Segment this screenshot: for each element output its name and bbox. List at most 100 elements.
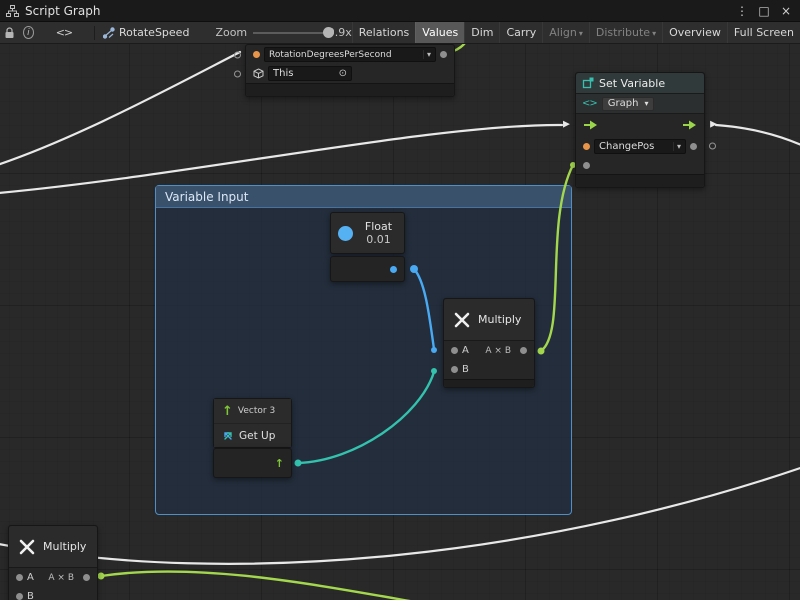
toolbar-button-overview[interactable]: Overview — [662, 22, 727, 44]
wire-flow-to-set-variable[interactable] — [0, 125, 562, 194]
window-menu-icon[interactable]: ⋮ — [734, 4, 750, 18]
wire-flow-from-set-variable[interactable] — [716, 125, 800, 150]
input-a-row: A A × B — [9, 568, 97, 587]
variable-kind-row: <> Graph ▾ — [576, 94, 704, 114]
button-label: Align — [549, 26, 577, 39]
window-close-icon[interactable]: × — [778, 4, 794, 18]
value-input-row — [576, 156, 704, 174]
zoom-slider[interactable] — [253, 22, 323, 44]
input-port[interactable] — [234, 70, 241, 77]
node-header[interactable]: Multiply — [444, 299, 534, 341]
value-input-port[interactable] — [583, 162, 590, 169]
variable-name-row: ChangePos ▾ — [576, 136, 704, 156]
lock-icon[interactable] — [4, 27, 15, 39]
window-titlebar: Script Graph ⋮ □ × — [0, 0, 800, 22]
variable-kind-icon: <> — [582, 98, 597, 109]
value-output-port[interactable] — [690, 143, 697, 150]
window-title: Script Graph — [25, 4, 100, 18]
float-output-row — [331, 257, 404, 281]
graph-canvas[interactable]: Variable Input RotationDegre — [0, 44, 800, 600]
chevron-down-icon: ▾ — [644, 99, 648, 108]
input-b-row: B — [444, 360, 534, 379]
toolbar-button-values[interactable]: Values — [415, 22, 464, 44]
float-output-strip[interactable] — [330, 256, 405, 282]
flow-in-triangle[interactable]: ▶ — [563, 121, 570, 130]
zoom-slider-handle[interactable] — [323, 27, 334, 38]
window-maximize-icon[interactable]: □ — [756, 4, 772, 18]
get-up-output-strip[interactable]: ↑ — [213, 448, 292, 478]
output-port[interactable] — [709, 143, 716, 150]
set-variable-icon — [582, 77, 594, 89]
node-footer — [444, 379, 534, 387]
toolbar-button-dim[interactable]: Dim — [464, 22, 499, 44]
chevron-down-icon: ▾ — [652, 29, 656, 38]
wire-multiply2-out[interactable] — [101, 571, 462, 600]
set-variable-node[interactable]: Set Variable <> Graph ▾ ▶ ▶ ChangePos ▾ — [575, 72, 705, 188]
toolbar-divider — [94, 26, 95, 40]
kind-dropdown[interactable]: Graph ▾ — [602, 97, 655, 111]
float-node[interactable]: Float 0.01 — [330, 212, 405, 254]
vector-output-row: ↑ — [214, 449, 291, 477]
graph-name-breadcrumb[interactable]: RotateSpeed — [119, 26, 190, 39]
node-header[interactable]: Multiply — [9, 526, 97, 568]
input-b-port[interactable] — [16, 593, 23, 600]
multiply-node-2[interactable]: Multiply A A × B B — [8, 525, 98, 600]
multiply-icon — [18, 538, 36, 556]
toolbar-button-carry[interactable]: Carry — [499, 22, 542, 44]
input-a-port[interactable] — [16, 574, 23, 581]
get-up-node[interactable]: ↑ Vector 3 Get Up — [213, 398, 292, 448]
input-b-port[interactable] — [451, 366, 458, 373]
graph-asset-icon — [103, 27, 115, 39]
button-label: Carry — [506, 26, 536, 39]
multiply-node[interactable]: Multiply A A × B B — [443, 298, 535, 388]
input-a-port[interactable] — [451, 347, 458, 354]
node-footer — [246, 83, 454, 96]
target-value: This — [273, 68, 293, 79]
kind-value: Graph — [608, 98, 639, 109]
flow-in-arrow-icon[interactable] — [583, 120, 598, 130]
chevron-down-icon: ▾ — [423, 50, 431, 59]
node-title: Get Up — [239, 430, 275, 442]
button-label: Full Screen — [734, 26, 794, 39]
get-variable-node[interactable]: RotationDegreesPerSecond ▾ This ⊙ — [245, 44, 455, 97]
vector-output-port-icon[interactable]: ↑ — [275, 458, 284, 469]
node-header[interactable]: Set Variable — [576, 73, 704, 94]
variable-name-dropdown[interactable]: RotationDegreesPerSecond ▾ — [264, 47, 436, 62]
variable-name-dropdown[interactable]: ChangePos ▾ — [594, 139, 686, 154]
target-object-field[interactable]: This ⊙ — [268, 66, 352, 81]
toolbar-button-align[interactable]: Align▾ — [542, 22, 589, 44]
code-icon[interactable]: <> — [56, 26, 72, 39]
input-b-label: B — [27, 591, 34, 600]
flow-out-triangle[interactable]: ▶ — [710, 121, 717, 130]
object-picker-icon[interactable]: ⊙ — [339, 68, 347, 79]
variable-name-value: RotationDegreesPerSecond — [269, 50, 420, 60]
name-port[interactable] — [253, 51, 260, 58]
float-output-port[interactable] — [390, 266, 397, 273]
toolbar-button-distribute[interactable]: Distribute▾ — [589, 22, 662, 44]
input-b-row: B — [9, 587, 97, 600]
value-output-port[interactable] — [440, 51, 447, 58]
flow-out-arrow-icon[interactable] — [682, 120, 697, 130]
toolbar-button-fullscreen[interactable]: Full Screen — [727, 22, 800, 44]
output-port[interactable] — [520, 347, 527, 354]
toolbar-button-relations[interactable]: Relations — [352, 22, 416, 44]
vector-type-label: Vector 3 — [238, 406, 275, 416]
group-header[interactable]: Variable Input — [156, 186, 571, 208]
variable-name-row: RotationDegreesPerSecond ▾ — [246, 45, 454, 64]
get-up-icon — [222, 430, 234, 442]
float-value[interactable]: 0.01 — [366, 233, 391, 246]
button-label: Dim — [471, 26, 493, 39]
button-label: Values — [422, 26, 458, 39]
wire-flow-to-get-variable[interactable] — [0, 52, 240, 168]
name-port[interactable] — [583, 143, 590, 150]
node-title: Set Variable — [599, 77, 665, 90]
zoom-slider-track[interactable] — [253, 32, 323, 34]
info-icon[interactable]: i — [23, 26, 34, 39]
output-port[interactable] — [83, 574, 90, 581]
output-label: A × B — [48, 573, 74, 583]
input-port[interactable] — [234, 51, 241, 58]
multiply-icon — [453, 311, 471, 329]
vector3-up-icon: ↑ — [222, 405, 233, 418]
node-title: Multiply — [43, 540, 86, 553]
wire-endpoint — [98, 573, 105, 580]
